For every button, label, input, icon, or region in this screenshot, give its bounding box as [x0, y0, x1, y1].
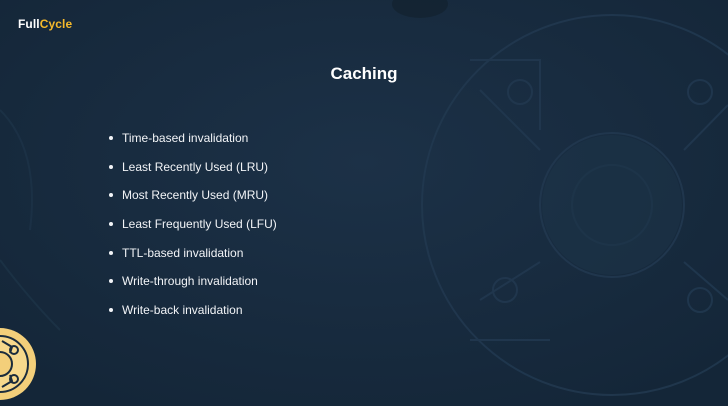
cycle-badge-icon [0, 328, 36, 400]
fullcycle-logo: FullCycle [18, 17, 72, 31]
list-item: Time-based invalidation [109, 127, 277, 156]
bullet-dot-icon [109, 136, 113, 140]
logo-text-full: Full [18, 17, 40, 31]
bullet-dot-icon [109, 222, 113, 227]
list-item-label: Write-back invalidation [122, 303, 243, 318]
bullet-list: Time-based invalidation Least Recently U… [109, 127, 277, 328]
list-item-label: TTL-based invalidation [122, 245, 244, 260]
list-item: TTL-based invalidation [109, 242, 277, 271]
bullet-dot-icon [109, 193, 113, 198]
bullet-dot-icon [109, 279, 113, 284]
list-item: Write-through invalidation [109, 270, 277, 299]
list-item-label: Time-based invalidation [122, 131, 249, 145]
list-item-label: Least Recently Used (LRU) [122, 159, 269, 174]
list-item: Write-back invalidation [109, 299, 277, 328]
list-item-label: Most Recently Used (MRU) [122, 188, 269, 203]
list-item-label: Write-through invalidation [122, 274, 258, 289]
list-item: Least Recently Used (LRU) [109, 156, 277, 185]
bullet-dot-icon [109, 250, 113, 255]
list-item-label: Least Frequently Used (LFU) [122, 217, 277, 232]
list-item: Least Frequently Used (LFU) [109, 213, 277, 242]
list-item: Most Recently Used (MRU) [109, 184, 277, 213]
bullet-dot-icon [109, 164, 113, 169]
bullet-dot-icon [109, 308, 113, 313]
logo-text-cycle: Cycle [39, 17, 73, 31]
slide-title: Caching [330, 64, 398, 83]
